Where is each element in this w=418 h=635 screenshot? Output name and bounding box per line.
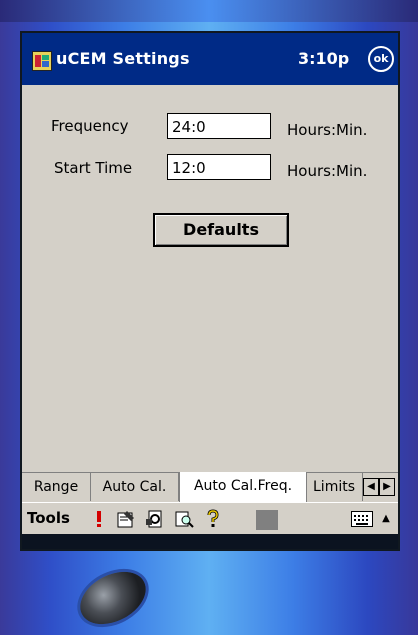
frequency-input[interactable]: 24:0 [167, 113, 271, 139]
search-icon[interactable] [174, 509, 194, 529]
sync-icon[interactable] [145, 509, 165, 529]
tab-limits[interactable]: Limits [307, 473, 363, 501]
hardware-nav-button[interactable] [71, 561, 155, 635]
ok-button[interactable]: ok [368, 46, 394, 72]
tab-scroll-left-icon[interactable]: ◀ [363, 478, 379, 496]
tab-scroll-right-icon[interactable]: ▶ [379, 478, 395, 496]
tab-auto-cal[interactable]: Auto Cal. [91, 473, 179, 501]
tab-strip: Range Auto Cal. Auto Cal.Freq. Limits ◀ … [22, 472, 398, 502]
start-time-label: Start Time [54, 159, 133, 177]
tab-auto-cal-freq[interactable]: Auto Cal.Freq. [179, 472, 307, 502]
defaults-button[interactable]: Defaults [153, 213, 289, 247]
tab-range[interactable]: Range [22, 473, 91, 501]
sip-menu-arrow-icon[interactable]: ▲ [379, 511, 393, 527]
keyboard-icon[interactable] [351, 511, 373, 527]
exclamation-icon[interactable] [89, 509, 109, 529]
settings-panel: Frequency 24:0 Hours:Min. Start Time 12:… [22, 85, 398, 465]
app-icon [32, 51, 52, 71]
screen-bottom-border [22, 534, 398, 549]
start-time-unit: Hours:Min. [287, 162, 368, 180]
start-time-input[interactable]: 12:0 [167, 154, 271, 180]
window-title: uCEM Settings [56, 49, 190, 68]
title-bar: uCEM Settings 3:10p ok [22, 33, 398, 85]
frequency-label: Frequency [51, 117, 129, 135]
frequency-unit: Hours:Min. [287, 121, 368, 139]
properties-icon[interactable] [116, 509, 136, 529]
tools-menu[interactable]: Tools [27, 509, 70, 527]
help-icon[interactable] [203, 509, 223, 529]
command-bar: Tools ▲ [22, 502, 398, 535]
blank-toolbar-slot [256, 510, 278, 530]
device-top-bezel [0, 0, 418, 22]
clock-time[interactable]: 3:10p [298, 49, 349, 68]
device-screen: uCEM Settings 3:10p ok Frequency 24:0 Ho… [22, 33, 398, 549]
